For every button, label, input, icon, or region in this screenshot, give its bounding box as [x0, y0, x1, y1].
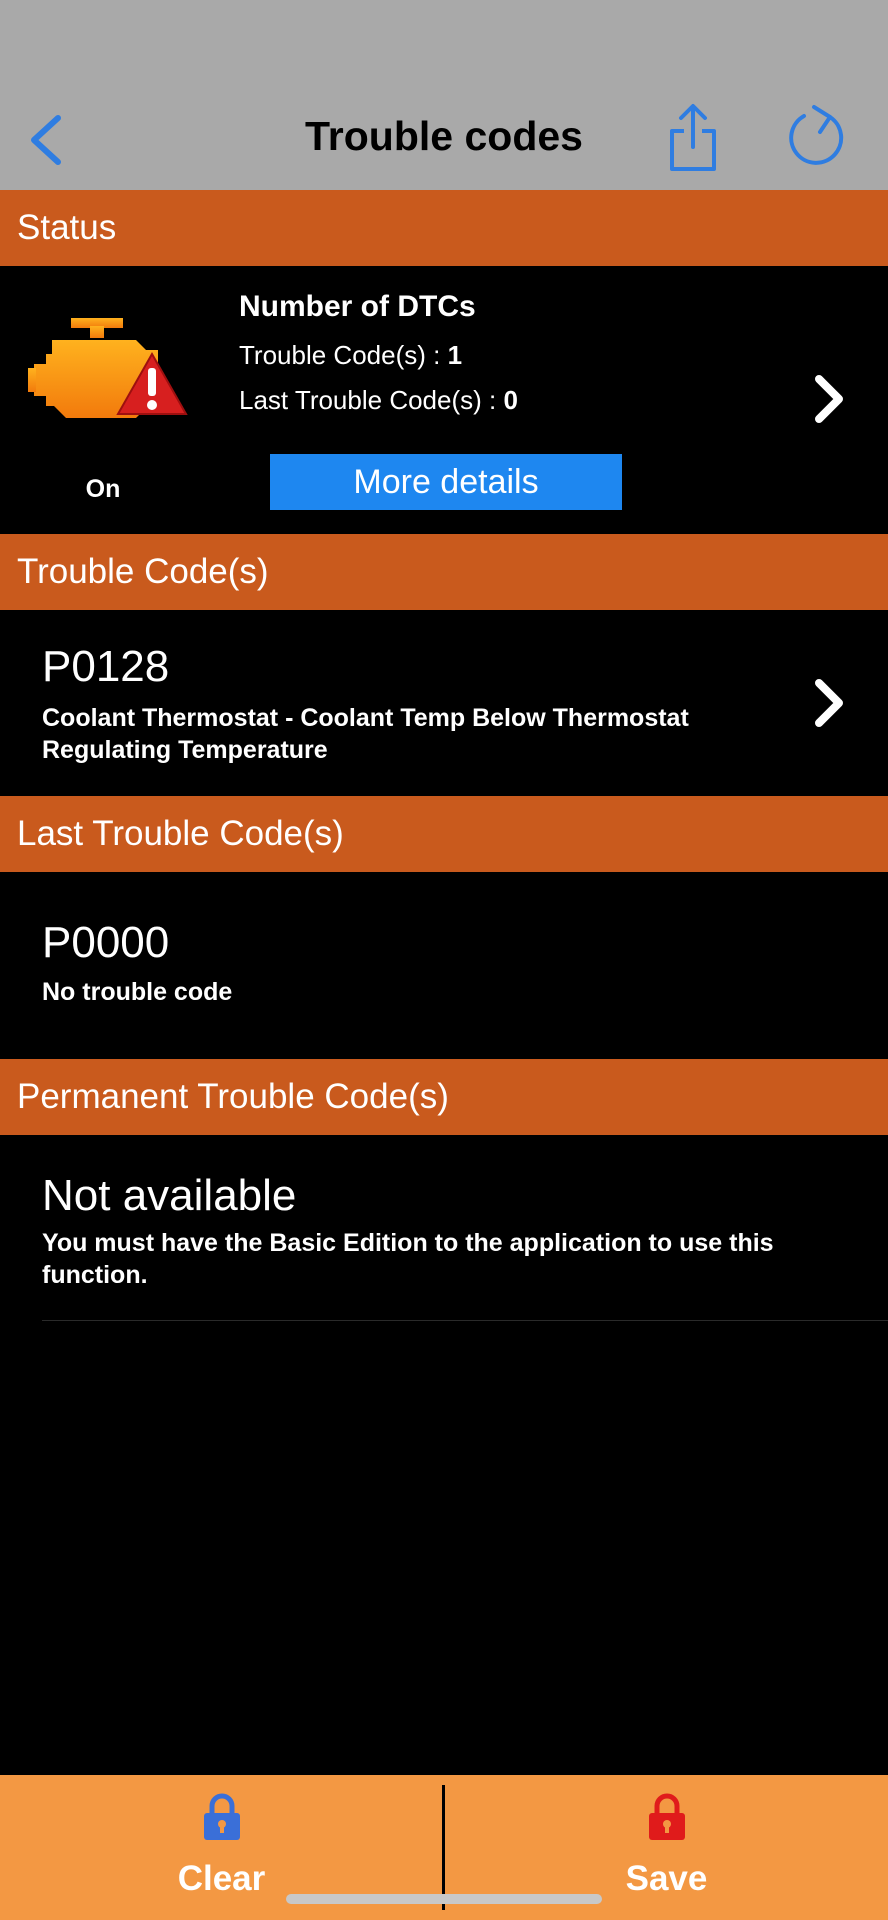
- section-title: Permanent Trouble Code(s): [17, 1077, 449, 1116]
- trouble-code: P0128: [42, 642, 170, 691]
- chevron-right-icon[interactable]: [809, 675, 849, 731]
- trouble-codes-count-line: Trouble Code(s) : 1: [239, 340, 462, 371]
- chevron-right-icon[interactable]: [809, 371, 849, 427]
- permanent-code-description: You must have the Basic Edition to the a…: [42, 1229, 774, 1289]
- section-title: Trouble Code(s): [17, 552, 269, 591]
- last-trouble-code-description: No trouble code: [42, 978, 233, 1006]
- clear-label: Clear: [177, 1859, 266, 1898]
- engine-state-label: On: [85, 475, 121, 503]
- lock-icon: [648, 1793, 685, 1840]
- permanent-trouble-codes-section-header: Permanent Trouble Code(s): [0, 1059, 888, 1135]
- lock-icon: [203, 1793, 240, 1840]
- refresh-button[interactable]: [784, 103, 852, 171]
- section-title: Status: [17, 208, 117, 247]
- more-details-button[interactable]: More details: [270, 454, 622, 510]
- trouble-code-row[interactable]: P0128 Coolant Thermostat - Coolant Temp …: [0, 610, 888, 796]
- share-button[interactable]: [662, 103, 724, 175]
- permanent-code-title: Not available: [42, 1171, 297, 1220]
- share-icon: [670, 104, 716, 171]
- last-trouble-code: P0000: [42, 918, 170, 967]
- last-trouble-codes-count-label: Last Trouble Code(s) :: [239, 385, 504, 415]
- last-trouble-code-row: P0000 No trouble code: [0, 872, 888, 1058]
- divider: [42, 1320, 888, 1321]
- home-indicator[interactable]: [286, 1894, 602, 1904]
- permanent-trouble-code-row: Not available You must have the Basic Ed…: [0, 1135, 888, 1321]
- status-row[interactable]: On Number of DTCs Trouble Code(s) : 1 La…: [0, 265, 888, 535]
- status-section-header: Status: [0, 190, 888, 266]
- trouble-code-description: Coolant Thermostat - Coolant Temp Below …: [42, 704, 689, 764]
- trouble-codes-count-label: Trouble Code(s) :: [239, 340, 448, 370]
- last-trouble-codes-section-header: Last Trouble Code(s): [0, 796, 888, 872]
- trouble-codes-section-header: Trouble Code(s): [0, 534, 888, 610]
- last-trouble-codes-count-value: 0: [503, 385, 518, 415]
- dtc-count-title: Number of DTCs: [239, 290, 476, 323]
- last-trouble-codes-count-line: Last Trouble Code(s) : 0: [239, 385, 518, 416]
- navigation-bar: Trouble codes: [0, 0, 888, 190]
- refresh-icon: [789, 105, 844, 165]
- page-title: Trouble codes: [305, 113, 583, 159]
- trouble-codes-count-value: 1: [447, 340, 463, 370]
- check-engine-warning-icon: [28, 318, 188, 418]
- save-label: Save: [625, 1859, 708, 1898]
- section-title: Last Trouble Code(s): [17, 814, 344, 853]
